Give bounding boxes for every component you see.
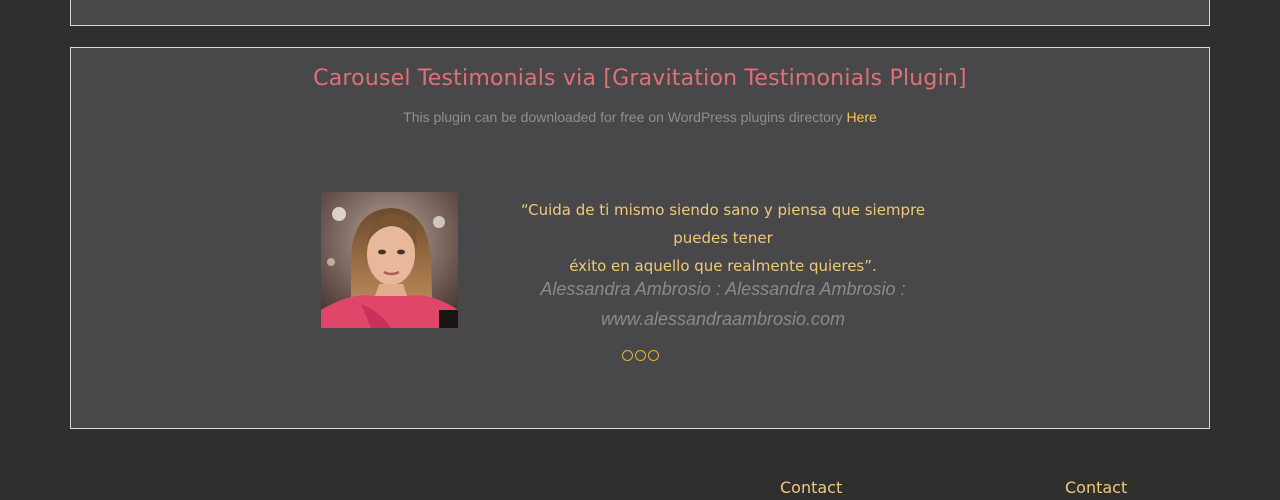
page: Carousel Testimonials via [Gravitation T… — [0, 0, 1280, 500]
download-link[interactable]: Here — [846, 109, 876, 125]
carousel-pagination — [71, 350, 1209, 361]
previous-section-box — [70, 0, 1210, 26]
section-subtitle: This plugin can be downloaded for free o… — [71, 109, 1209, 125]
carousel-dot-2[interactable] — [634, 350, 646, 361]
testimonial-slide: “Cuida de ti mismo siendo sano y piensa … — [321, 192, 961, 332]
avatar — [321, 192, 458, 328]
footer-contact-link-1[interactable]: Contact — [780, 478, 842, 497]
author-line-1: Alessandra Ambrosio : Alessandra Ambrosi… — [540, 279, 906, 299]
quote-line-1: “Cuida de ti mismo siendo sano y piensa … — [520, 201, 926, 247]
carousel-dot-3[interactable] — [647, 350, 659, 361]
testimonial-quote: “Cuida de ti mismo siendo sano y piensa … — [496, 196, 950, 280]
subtitle-text: This plugin can be downloaded for free o… — [403, 109, 847, 125]
carousel-dot-1[interactable] — [621, 350, 633, 361]
author-line-2: www.alessandraambrosio.com — [600, 309, 846, 329]
avatar-photo — [321, 192, 458, 328]
section-title: Carousel Testimonials via [Gravitation T… — [313, 66, 967, 91]
testimonial-author: Alessandra Ambrosio : Alessandra Ambrosi… — [496, 274, 950, 334]
testimonials-section: Carousel Testimonials via [Gravitation T… — [70, 47, 1210, 429]
footer-contact-link-2[interactable]: Contact — [1065, 478, 1127, 497]
